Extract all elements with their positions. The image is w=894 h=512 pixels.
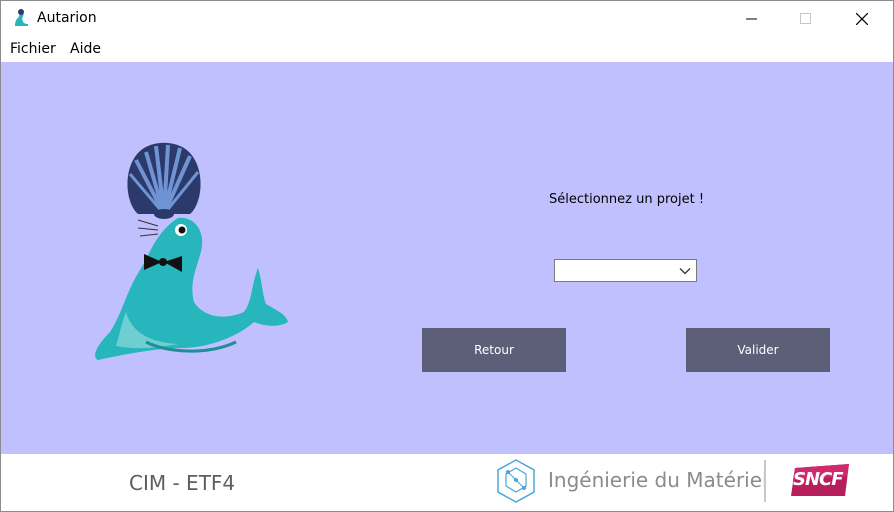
chevron-down-icon (679, 268, 691, 275)
shell-graphic (127, 142, 201, 219)
maximize-button[interactable] (783, 1, 829, 37)
menu-bar: Fichier Aide (1, 38, 893, 61)
close-icon (856, 13, 868, 25)
minimize-icon (746, 18, 757, 20)
brand-label: Ingénierie du Matériel (548, 468, 768, 492)
validate-button[interactable]: Valider (686, 328, 830, 372)
maximize-icon (800, 13, 811, 24)
project-select[interactable] (554, 259, 697, 282)
close-button[interactable] (839, 1, 885, 37)
ingenierie-materiel-logo (497, 459, 535, 503)
app-seal-icon (15, 9, 28, 26)
footer-bar: CIM - ETF4 Ingénierie du Matériel SNCF (1, 454, 893, 511)
sncf-logo-text: SNCF (793, 469, 844, 490)
window-title: Autarion (37, 10, 97, 26)
seal-mascot-image (95, 142, 288, 360)
footer-code-label: CIM - ETF4 (129, 471, 236, 495)
footer-divider (764, 460, 766, 502)
minimize-button[interactable] (729, 1, 775, 37)
menu-item-fichier[interactable]: Fichier (10, 41, 56, 57)
app-window: Autarion Fichier Aide Sélectionnez un pr… (0, 0, 894, 512)
select-project-prompt: Sélectionnez un projet ! (549, 192, 705, 207)
main-panel: Sélectionnez un projet ! Retour Valider (1, 62, 893, 454)
menu-item-aide[interactable]: Aide (70, 41, 101, 57)
back-button[interactable]: Retour (422, 328, 566, 372)
title-bar[interactable]: Autarion (1, 1, 893, 37)
